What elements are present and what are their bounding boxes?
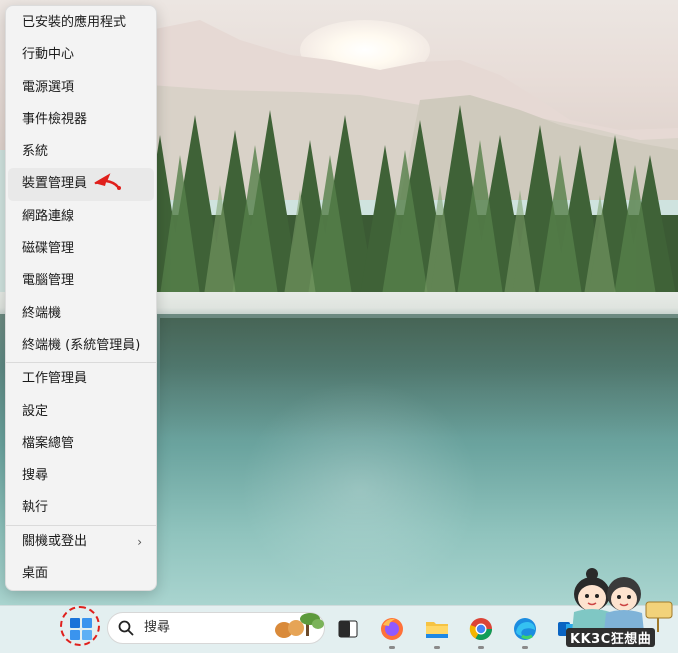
edge-button[interactable] — [510, 614, 540, 649]
search-icon — [118, 620, 134, 636]
windows-start-button[interactable] — [66, 614, 96, 644]
menu-item-power-options[interactable]: 電源選項 — [8, 72, 154, 104]
menu-item-installed-apps[interactable]: 已安裝的應用程式 — [8, 7, 154, 39]
menu-item-device-manager[interactable]: 裝置管理員 — [8, 168, 154, 201]
menu-item-computer-management[interactable]: 電腦管理 — [8, 265, 154, 297]
menu-item-disk-management[interactable]: 磁碟管理 — [8, 233, 154, 265]
search-highlight-icon — [275, 613, 324, 638]
start-context-menu: 已安裝的應用程式 行動中心 電源選項 事件檢視器 系統 裝置管理員 網路連線 磁… — [5, 5, 157, 591]
menu-item-action-center[interactable]: 行動中心 — [8, 39, 154, 71]
menu-item-network-connections[interactable]: 網路連線 — [8, 201, 154, 233]
site-watermark: KK3C狂想曲 — [560, 566, 678, 652]
menu-item-label: 關機或登出 — [22, 533, 88, 549]
edge-icon — [514, 618, 536, 640]
menu-item-search[interactable]: 搜尋 — [8, 460, 154, 492]
firefox-button[interactable] — [377, 614, 407, 649]
watermark-text: KK3C狂想曲 — [566, 628, 656, 647]
menu-item-shutdown-signout[interactable]: 關機或登出 › — [8, 526, 154, 558]
menu-item-task-manager[interactable]: 工作管理員 — [8, 363, 154, 395]
task-view-icon — [338, 620, 358, 638]
menu-item-terminal-admin[interactable]: 終端機 (系統管理員) — [8, 330, 154, 362]
menu-item-system[interactable]: 系統 — [8, 136, 154, 168]
menu-item-file-explorer[interactable]: 檔案總管 — [8, 428, 154, 460]
windows-start-icon — [70, 618, 92, 640]
chrome-button[interactable] — [466, 614, 496, 649]
menu-item-terminal[interactable]: 終端機 — [8, 298, 154, 330]
mascot-logo-icon — [572, 568, 673, 632]
menu-item-run[interactable]: 執行 — [8, 492, 154, 524]
file-explorer-icon — [426, 622, 448, 638]
chrome-icon — [469, 618, 492, 640]
annotation-arrow-icon — [94, 173, 121, 190]
menu-item-event-viewer[interactable]: 事件檢視器 — [8, 104, 154, 136]
search-placeholder: 搜尋 — [144, 620, 171, 635]
firefox-icon — [381, 618, 403, 640]
file-explorer-button[interactable] — [422, 614, 452, 649]
chevron-right-icon: › — [137, 534, 142, 549]
menu-item-settings[interactable]: 設定 — [8, 396, 154, 428]
task-view-button[interactable] — [333, 614, 363, 644]
menu-item-desktop[interactable]: 桌面 — [8, 558, 154, 590]
